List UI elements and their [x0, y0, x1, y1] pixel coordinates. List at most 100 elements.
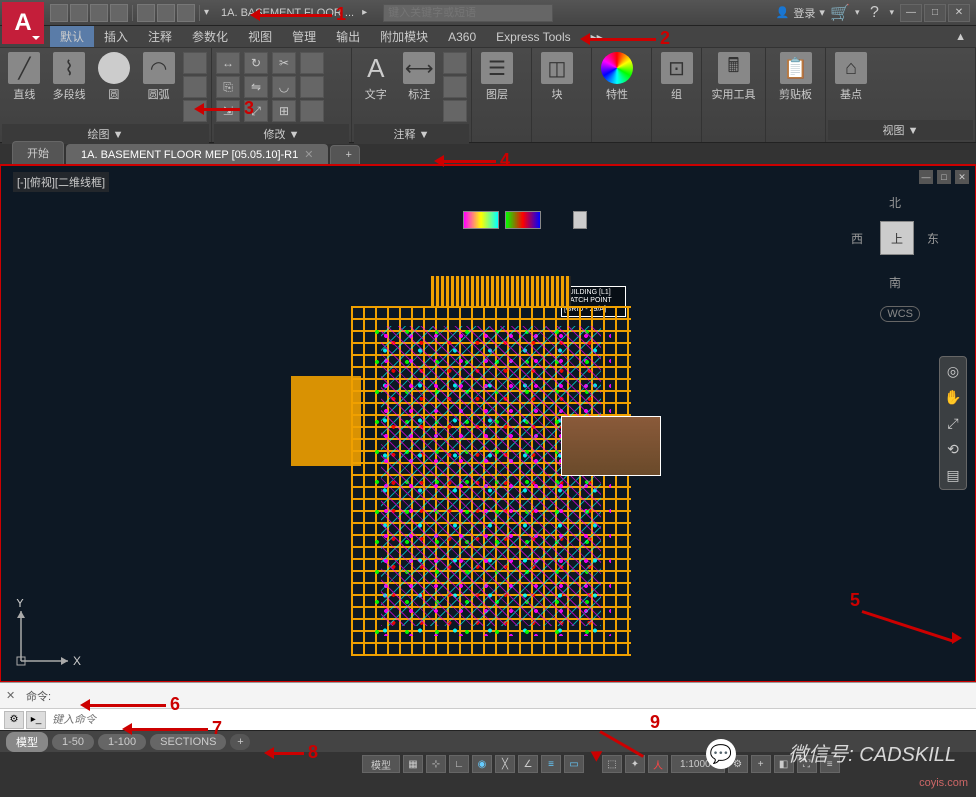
move-button[interactable]: ↔	[216, 52, 240, 74]
circle-button[interactable]: 圆	[94, 52, 135, 102]
vp-close-button[interactable]: ✕	[955, 170, 969, 184]
orbit-icon[interactable]: ⟲	[943, 439, 963, 459]
vp-maximize-button[interactable]: □	[937, 170, 951, 184]
tab-addins[interactable]: 附加模块	[370, 26, 438, 47]
status-lweight-icon[interactable]: ≡	[541, 755, 561, 773]
search-input[interactable]	[383, 4, 553, 22]
layout-tab-model[interactable]: 模型	[6, 732, 48, 752]
file-tab-start[interactable]: 开始	[12, 141, 64, 164]
viewcube[interactable]: 上 北 南 东 西	[845, 186, 945, 286]
viewcube-west[interactable]: 西	[851, 230, 863, 247]
showmotion-icon[interactable]: ▤	[943, 465, 963, 485]
polyline-button[interactable]: ⌇多段线	[49, 52, 90, 102]
status-plus-icon[interactable]: +	[751, 755, 771, 773]
tab-a360[interactable]: A360	[438, 28, 486, 46]
modify-more-2[interactable]	[300, 76, 324, 98]
draw-small-2[interactable]	[183, 76, 207, 98]
layout-tab-1-100[interactable]: 1-100	[98, 734, 146, 750]
modify-more-1[interactable]	[300, 52, 324, 74]
panel-title[interactable]: 视图 ▼	[828, 120, 973, 140]
layout-tab-1-50[interactable]: 1-50	[52, 734, 94, 750]
pan-icon[interactable]: ✋	[943, 387, 963, 407]
help-icon[interactable]: ?	[865, 4, 883, 22]
add-layout-button[interactable]: +	[230, 734, 250, 750]
text-button[interactable]: A文字	[356, 52, 396, 102]
status-osnap-icon[interactable]: ╳	[495, 755, 515, 773]
app-menu-button[interactable]: A	[2, 2, 44, 44]
status-grid-icon[interactable]: ▦	[403, 755, 423, 773]
line-button[interactable]: ╱直线	[4, 52, 45, 102]
basepoint-button[interactable]: ⌂基点	[830, 52, 872, 102]
viewcube-north[interactable]: 北	[889, 194, 901, 211]
tab-manage[interactable]: 管理	[282, 26, 326, 47]
ribbon-collapse-icon[interactable]: ▲	[955, 31, 966, 43]
status-model-button[interactable]: 模型	[362, 755, 400, 773]
exchange-icon[interactable]: 🛒	[831, 4, 849, 22]
qat-open-icon[interactable]	[70, 4, 88, 22]
close-icon[interactable]: ✕	[6, 689, 18, 702]
panel-title[interactable]: 修改 ▼	[214, 124, 349, 144]
copy-button[interactable]: ⎘	[216, 76, 240, 98]
status-otrack-icon[interactable]: ∠	[518, 755, 538, 773]
tab-express[interactable]: Express Tools	[486, 28, 580, 46]
group-button[interactable]: ⊡组	[656, 52, 697, 102]
status-annotation-icon[interactable]: 人	[648, 755, 668, 773]
zoom-extents-icon[interactable]: ⤢	[943, 413, 963, 433]
fillet-button[interactable]: ◡	[272, 76, 296, 98]
panel-title[interactable]: 注释 ▼	[354, 124, 469, 144]
qat-print-icon[interactable]	[137, 4, 155, 22]
layers-button[interactable]: ☰图层	[476, 52, 518, 102]
close-button[interactable]: ✕	[948, 4, 970, 22]
tab-view[interactable]: 视图	[238, 26, 282, 47]
status-transparency-icon[interactable]: ▭	[564, 755, 584, 773]
qat-redo-icon[interactable]	[177, 4, 195, 22]
arc-button[interactable]: ◠圆弧	[138, 52, 179, 102]
close-icon[interactable]: ✕	[304, 149, 313, 161]
maximize-button[interactable]: □	[924, 4, 946, 22]
drawing-viewport[interactable]: [-][俯视][二维线框] — □ ✕ BUILDING [L1] MATCH …	[0, 165, 976, 682]
ann-small-1[interactable]	[443, 52, 467, 74]
trim-button[interactable]: ✂	[272, 52, 296, 74]
rotate-button[interactable]: ↻	[244, 52, 268, 74]
tab-default[interactable]: 默认	[50, 26, 94, 47]
status-ortho-icon[interactable]: ∟	[449, 755, 469, 773]
clipboard-button[interactable]: 📋剪贴板	[770, 52, 821, 102]
dimension-button[interactable]: ⟷标注	[400, 52, 440, 102]
qat-new-icon[interactable]	[50, 4, 68, 22]
vp-minimize-button[interactable]: —	[919, 170, 933, 184]
chevron-down-icon[interactable]: ▾	[855, 7, 860, 18]
tab-annotate[interactable]: 注释	[138, 26, 182, 47]
array-button[interactable]: ⊞	[272, 100, 296, 122]
mirror-button[interactable]: ⇋	[244, 76, 268, 98]
status-snap-icon[interactable]: ⊹	[426, 755, 446, 773]
qat-saveas-icon[interactable]	[110, 4, 128, 22]
wcs-label[interactable]: WCS	[880, 306, 920, 322]
chevron-down-icon[interactable]: ▾	[889, 7, 894, 18]
tab-output[interactable]: 输出	[326, 26, 370, 47]
steering-wheel-icon[interactable]: ◎	[943, 361, 963, 381]
new-tab-button[interactable]: +	[330, 145, 360, 164]
properties-button[interactable]: 特性	[596, 52, 638, 102]
command-prompt-icon[interactable]: ▸_	[26, 711, 46, 729]
viewcube-south[interactable]: 南	[889, 274, 901, 291]
status-selection-icon[interactable]: ⬚	[602, 755, 622, 773]
tab-insert[interactable]: 插入	[94, 26, 138, 47]
viewport-label[interactable]: [-][俯视][二维线框]	[13, 172, 109, 192]
ann-small-3[interactable]	[443, 100, 467, 122]
qat-dropdown-icon[interactable]: ▾	[204, 7, 209, 18]
title-dropdown-icon[interactable]: ▸	[362, 7, 367, 18]
stretch-button[interactable]: ⇲	[216, 100, 240, 122]
qat-save-icon[interactable]	[90, 4, 108, 22]
viewcube-face[interactable]: 上	[880, 221, 914, 255]
minimize-button[interactable]: —	[900, 4, 922, 22]
tab-parametric[interactable]: 参数化	[182, 26, 238, 47]
file-tab-document[interactable]: 1A. BASEMENT FLOOR MEP [05.05.10]-R1✕	[66, 144, 328, 164]
utilities-button[interactable]: 🖩实用工具	[706, 52, 761, 102]
modify-more-3[interactable]	[300, 100, 324, 122]
command-input[interactable]	[48, 714, 972, 726]
draw-small-1[interactable]	[183, 52, 207, 74]
ucs-icon[interactable]: X Y	[13, 599, 83, 669]
block-button[interactable]: ◫块	[536, 52, 578, 102]
qat-undo-icon[interactable]	[157, 4, 175, 22]
viewcube-east[interactable]: 东	[927, 230, 939, 247]
